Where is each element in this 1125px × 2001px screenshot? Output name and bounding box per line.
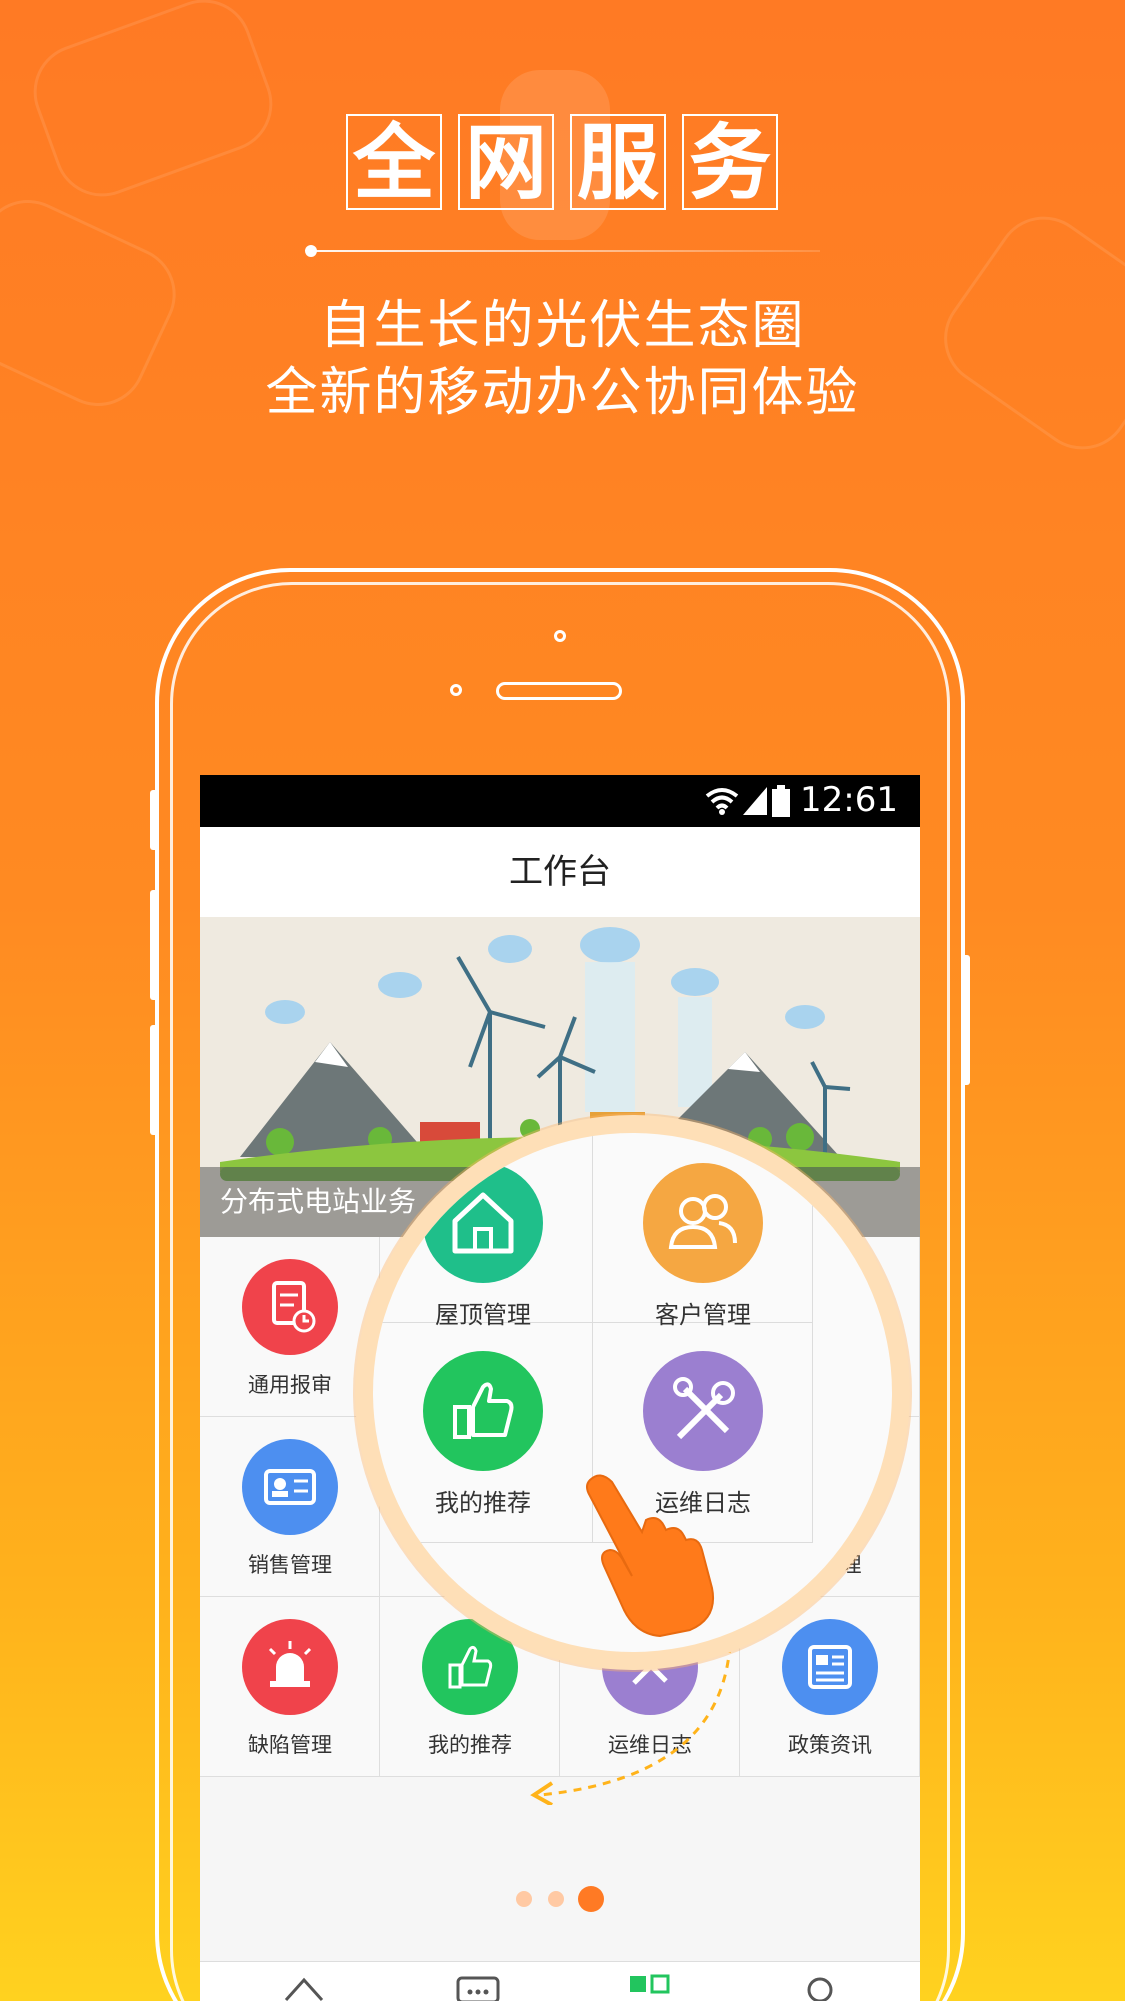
app-bar-title: 工作台 xyxy=(200,827,920,918)
page-indicator xyxy=(510,1883,620,1913)
tools-icon xyxy=(643,1351,763,1471)
phone-camera xyxy=(554,630,566,642)
home-icon xyxy=(423,1163,543,1283)
page-dot[interactable] xyxy=(548,1891,564,1907)
phone-side-button xyxy=(150,890,158,1000)
home-nav-icon[interactable] xyxy=(282,1974,326,2001)
title-underline xyxy=(310,250,820,252)
title-char: 务 xyxy=(682,114,778,211)
magnifier-cell-recommend[interactable]: 我的推荐 xyxy=(373,1323,593,1543)
wifi-icon xyxy=(705,788,739,815)
bottom-navigation xyxy=(200,1961,920,2001)
phone-side-button xyxy=(150,790,158,850)
title-char: 网 xyxy=(458,114,554,211)
background-decoration xyxy=(20,0,286,210)
status-bar: 12:61 xyxy=(200,775,920,827)
alarm-light-icon xyxy=(242,1619,338,1715)
title-char: 全 xyxy=(346,114,442,211)
thumbs-up-icon xyxy=(423,1351,543,1471)
battery-icon xyxy=(772,785,790,817)
newspaper-icon xyxy=(782,1619,878,1715)
messages-nav-icon[interactable] xyxy=(456,1976,500,2001)
grid-item-general-review[interactable]: 通用报审 xyxy=(200,1237,380,1417)
promo-screen: 全 网 服 务 自生长的光伏生态圈 全新的移动办公协同体验 12:61 工作台 … xyxy=(0,0,1125,2001)
tap-hand-icon xyxy=(586,1474,714,1638)
promo-title: 全 网 服 务 xyxy=(332,112,792,212)
phone-sensor xyxy=(450,684,462,696)
status-time: 12:61 xyxy=(800,780,898,820)
phone-speaker xyxy=(496,682,622,700)
phone-side-button xyxy=(150,1025,158,1135)
title-char: 服 xyxy=(570,114,666,211)
users-icon xyxy=(643,1163,763,1283)
promo-subtitle-line2: 全新的移动办公协同体验 xyxy=(265,363,860,423)
magnifier-cell-roof[interactable]: 屋顶管理 xyxy=(373,1133,593,1329)
profile-nav-icon[interactable] xyxy=(800,1974,840,2001)
grid-item-label: 销售管理 xyxy=(248,1553,332,1577)
promo-subtitle-line1: 自生长的光伏生态圈 xyxy=(319,296,806,356)
grid-item-label: 通用报审 xyxy=(248,1373,332,1397)
grid-item-label: 政策资讯 xyxy=(788,1733,872,1757)
id-card-icon xyxy=(242,1439,338,1535)
grid-item-label: 缺陷管理 xyxy=(248,1733,332,1757)
grid-item-defects[interactable]: 缺陷管理 xyxy=(200,1597,380,1777)
magnifier-label: 我的推荐 xyxy=(435,1489,531,1517)
signal-icon xyxy=(743,787,767,815)
document-clock-icon xyxy=(242,1259,338,1355)
phone-side-button xyxy=(962,955,970,1085)
page-dot[interactable] xyxy=(516,1891,532,1907)
grid-item-sales[interactable]: 销售管理 xyxy=(200,1417,380,1597)
workbench-nav-icon[interactable] xyxy=(628,1972,672,1998)
page-dot-active[interactable] xyxy=(578,1886,604,1912)
magnifier-cell-customers[interactable]: 客户管理 xyxy=(593,1133,813,1329)
